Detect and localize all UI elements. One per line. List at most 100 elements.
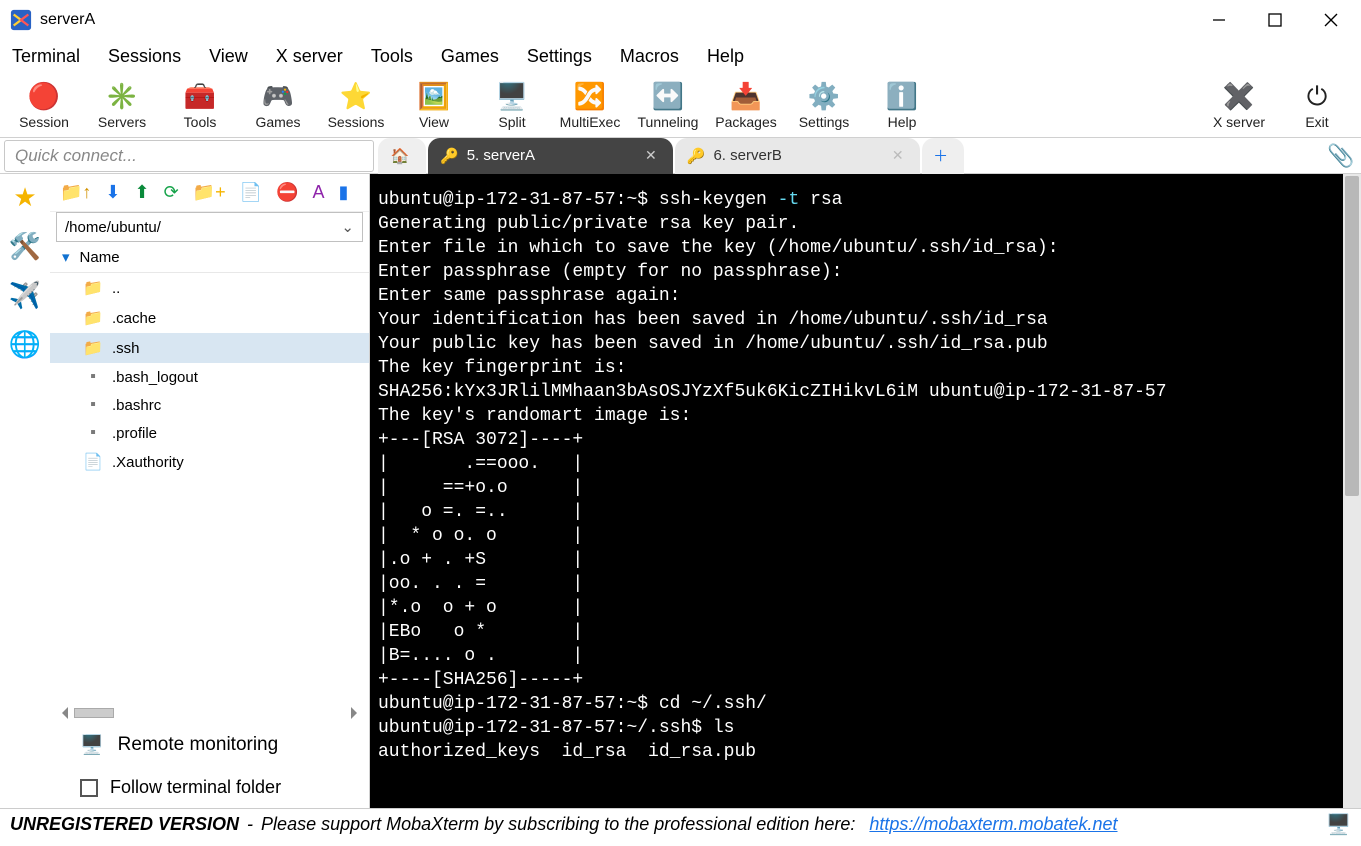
upload-icon[interactable]: ⬆ — [135, 182, 150, 203]
terminal-scrollbar[interactable] — [1343, 174, 1361, 808]
file-row[interactable]: 📁.cache — [50, 303, 369, 333]
tool-servers[interactable]: ✳️Servers — [86, 80, 158, 130]
paperclip-icon[interactable]: 📎 — [1321, 143, 1361, 169]
menu-terminal[interactable]: Terminal — [12, 46, 80, 67]
delete-icon[interactable]: ⛔ — [276, 182, 298, 203]
file-icon: ▪ — [82, 368, 104, 386]
main-toolbar: 🔴Session✳️Servers🧰Tools🎮Games⭐Sessions🖼️… — [0, 72, 1361, 138]
star-icon[interactable]: ★ — [13, 182, 36, 213]
tab-label: 6. serverB — [713, 147, 781, 164]
tab-server-a[interactable]: 🔑 5. serverA ✕ — [428, 138, 673, 174]
tool-label: Help — [888, 114, 917, 130]
tool-packages[interactable]: 📥Packages — [710, 80, 782, 130]
menu-help[interactable]: Help — [707, 46, 744, 67]
footer-message: Please support MobaXterm by subscribing … — [261, 814, 855, 835]
new-file-icon[interactable]: 📄 — [240, 182, 262, 203]
tool-session[interactable]: 🔴Session — [8, 80, 80, 130]
follow-terminal-row[interactable]: Follow terminal folder — [50, 767, 369, 808]
terminal-pane[interactable]: ubuntu@ip-172-31-87-57:~$ ssh-keygen -t … — [370, 174, 1361, 808]
footer-sep: - — [247, 814, 253, 835]
sftp-file-list: 📁..📁.cache📁.ssh▪.bash_logout▪.bashrc▪.pr… — [50, 273, 369, 703]
remote-monitoring-row[interactable]: 🖥️ Remote monitoring — [50, 723, 369, 767]
body-area: ★ 🛠️ ✈️ 🌐 📁↑ ⬇ ⬆ ⟳ 📁+ 📄 ⛔ A ▮ /home/ubun… — [0, 174, 1361, 808]
menu-settings[interactable]: Settings — [527, 46, 592, 67]
new-tab-button[interactable]: ＋ — [922, 138, 964, 174]
multiexec-icon: 🔀 — [574, 80, 606, 114]
tool-label: Games — [255, 114, 300, 130]
file-row[interactable]: 📁.ssh — [50, 333, 369, 363]
tool-label: Sessions — [328, 114, 385, 130]
chevron-down-icon: ▾ — [62, 248, 70, 266]
file-name: .. — [112, 280, 120, 297]
file-icon: ▪ — [82, 396, 104, 414]
close-window-button[interactable] — [1303, 0, 1359, 40]
monitor-icon[interactable]: 🖥️ — [1326, 812, 1351, 837]
sftp-h-scrollbar[interactable] — [50, 703, 369, 723]
tools-icon[interactable]: 🛠️ — [9, 231, 41, 262]
session-icon: 🔴 — [28, 80, 60, 114]
close-tab-icon[interactable]: ✕ — [645, 147, 657, 164]
minimize-button[interactable] — [1191, 0, 1247, 40]
refresh-icon[interactable]: ⟳ — [164, 182, 179, 203]
follow-terminal-checkbox[interactable] — [80, 779, 98, 797]
tool-exit[interactable]: ⏻Exit — [1281, 80, 1353, 130]
terminal-line: The key fingerprint is: — [378, 356, 1351, 380]
file-row[interactable]: ▪.profile — [50, 419, 369, 447]
tool-view[interactable]: 🖼️View — [398, 80, 470, 130]
sftp-column-header[interactable]: ▾ Name — [50, 242, 369, 273]
up-folder-icon: 📁 — [82, 278, 104, 298]
menu-macros[interactable]: Macros — [620, 46, 679, 67]
sftp-path-value: /home/ubuntu/ — [65, 219, 161, 236]
home-tab[interactable]: 🏠 — [378, 138, 426, 174]
key-icon: 🔑 — [687, 147, 706, 165]
tool-tunneling[interactable]: ↔️Tunneling — [632, 80, 704, 130]
help-icon: ℹ️ — [886, 80, 918, 114]
exit-icon: ⏻ — [1307, 80, 1328, 114]
tool-multiexec[interactable]: 🔀MultiExec — [554, 80, 626, 130]
menu-x-server[interactable]: X server — [276, 46, 343, 67]
document-icon: 📄 — [82, 452, 104, 472]
file-row[interactable]: ▪.bash_logout — [50, 363, 369, 391]
tool-label: X server — [1213, 114, 1265, 130]
file-row[interactable]: ▪.bashrc — [50, 391, 369, 419]
terminal-line: |*.o o + o | — [378, 596, 1351, 620]
tool-label: Split — [498, 114, 525, 130]
file-row[interactable]: 📄.Xauthority — [50, 447, 369, 477]
footer-link[interactable]: https://mobaxterm.mobatek.net — [869, 814, 1117, 835]
menu-games[interactable]: Games — [441, 46, 499, 67]
toggle-panel-icon[interactable]: ▮ — [339, 182, 349, 203]
font-icon[interactable]: A — [312, 182, 324, 203]
menubar: Terminal Sessions View X server Tools Games Se… — [0, 40, 1361, 72]
download-icon[interactable]: ⬇ — [105, 182, 120, 203]
quick-connect-input[interactable]: Quick connect... — [4, 140, 374, 172]
maximize-button[interactable] — [1247, 0, 1303, 40]
view-icon: 🖼️ — [418, 80, 450, 114]
terminal-line: | .==ooo. | — [378, 452, 1351, 476]
globe-icon[interactable]: 🌐 — [9, 329, 41, 360]
tool-games[interactable]: 🎮Games — [242, 80, 314, 130]
new-folder-icon[interactable]: 📁+ — [193, 182, 226, 203]
tool-split[interactable]: 🖥️Split — [476, 80, 548, 130]
menu-tools[interactable]: Tools — [371, 46, 413, 67]
close-tab-icon[interactable]: ✕ — [892, 147, 904, 164]
menu-view[interactable]: View — [209, 46, 248, 67]
menu-sessions[interactable]: Sessions — [108, 46, 181, 67]
terminal-line: Enter same passphrase again: — [378, 284, 1351, 308]
chevron-down-icon: ⌄ — [341, 218, 354, 236]
tool-sessions[interactable]: ⭐Sessions — [320, 80, 392, 130]
window-title: serverA — [40, 11, 1191, 29]
terminal-line: ubuntu@ip-172-31-87-57:~$ ssh-keygen -t … — [378, 188, 1351, 212]
tool-help[interactable]: ℹ️Help — [866, 80, 938, 130]
tool-x server[interactable]: ✖️X server — [1203, 80, 1275, 130]
sftp-path-input[interactable]: /home/ubuntu/ ⌄ — [56, 212, 363, 242]
terminal-line: |oo. . . = | — [378, 572, 1351, 596]
file-row[interactable]: 📁.. — [50, 273, 369, 303]
tool-settings[interactable]: ⚙️Settings — [788, 80, 860, 130]
terminal-line: authorized_keys id_rsa id_rsa.pub — [378, 740, 1351, 764]
tool-label: Tools — [184, 114, 217, 130]
up-folder-icon[interactable]: 📁↑ — [60, 182, 91, 203]
tab-server-b[interactable]: 🔑 6. serverB ✕ — [675, 138, 920, 174]
tool-tools[interactable]: 🧰Tools — [164, 80, 236, 130]
tool-label: Session — [19, 114, 69, 130]
send-icon[interactable]: ✈️ — [9, 280, 41, 311]
